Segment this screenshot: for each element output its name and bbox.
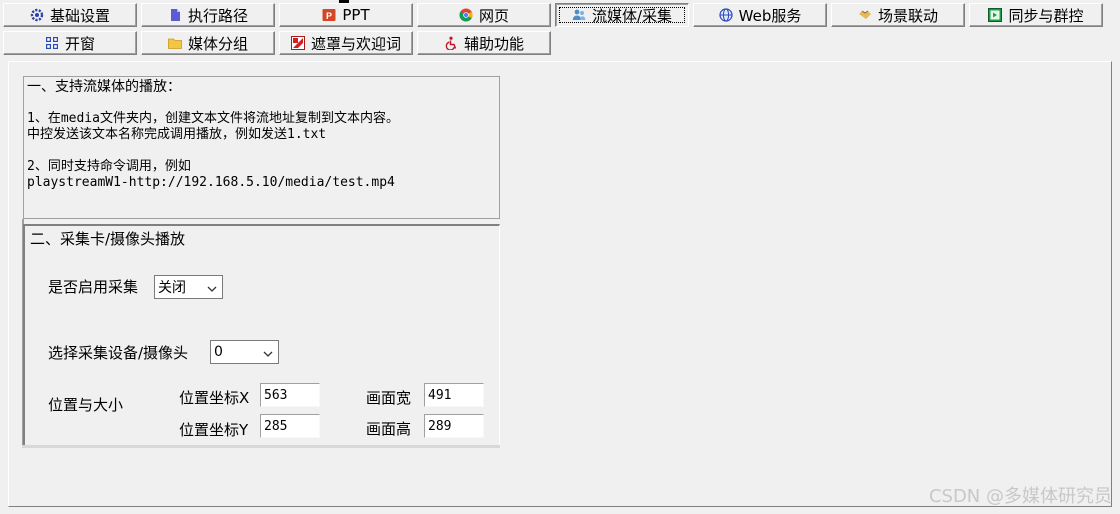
tab-label: Web服务	[738, 6, 802, 25]
gear-icon	[30, 8, 44, 22]
tab-accessibility[interactable]: 辅助功能	[417, 31, 551, 55]
tab-label: 媒体分组	[187, 34, 248, 53]
tab-mask-welcome[interactable]: 遮罩与欢迎词	[279, 31, 413, 55]
tab-label: PPT	[342, 6, 370, 24]
watermark: CSDN @多媒体研究员	[928, 486, 1112, 507]
tab-label: 辅助功能	[463, 34, 524, 53]
tab-label: 网页	[478, 6, 509, 25]
folder-icon	[168, 36, 182, 50]
capture-section-title: 二、采集卡/摄像头播放	[30, 230, 186, 248]
frame-width-input[interactable]: 491	[424, 383, 484, 407]
play-icon	[988, 8, 1003, 22]
stream-info-line: 2、同时支持命令调用，例如	[27, 159, 191, 174]
chevron-down-icon	[263, 347, 273, 357]
tab-strip: 基础设置 执行路径 P PPT 网页 流媒体/采集 Web服务 场景联动 同步与…	[0, 0, 1120, 60]
position-x-label: 位置坐标X	[179, 389, 250, 407]
mask-icon	[290, 36, 305, 50]
globe-icon	[719, 8, 733, 22]
tab-media-group[interactable]: 媒体分组	[141, 31, 275, 55]
tab-exec-path[interactable]: 执行路径	[141, 3, 275, 27]
frame-height-input[interactable]: 289	[424, 414, 484, 438]
tab-sync-group-control[interactable]: 同步与群控	[969, 3, 1103, 27]
accessibility-icon	[444, 36, 458, 51]
tab-basic-settings[interactable]: 基础设置	[3, 3, 137, 27]
enable-capture-label: 是否启用采集	[48, 278, 139, 296]
divider	[22, 445, 500, 448]
tab-label: 流媒体/采集	[591, 6, 673, 25]
stream-info-line: 一、支持流媒体的播放：	[27, 79, 181, 95]
chevron-down-icon	[207, 282, 217, 292]
stream-info-line: 1、在media文件夹内，创建文本文件将流地址复制到文本内容。	[27, 111, 399, 126]
enable-capture-select[interactable]: 关闭	[154, 275, 223, 299]
tab-label: 场景联动	[877, 6, 938, 25]
tab-web-service[interactable]: Web服务	[693, 3, 827, 27]
frame-height-label: 画面高	[366, 420, 412, 438]
tab-label: 遮罩与欢迎词	[310, 34, 401, 53]
enable-capture-value: 关闭	[158, 280, 186, 296]
position-y-input[interactable]: 285	[260, 414, 320, 438]
stream-info-line: playstreamW1-http://192.168.5.10/media/t…	[27, 175, 395, 190]
capture-device-value: 0	[214, 344, 223, 360]
tab-label: 基础设置	[49, 6, 110, 25]
tab-ppt[interactable]: P PPT	[279, 3, 413, 27]
stream-info-textbox[interactable]: 一、支持流媒体的播放： 1、在media文件夹内，创建文本文件将流地址复制到文本…	[23, 76, 500, 219]
chrome-icon	[459, 8, 473, 22]
users-icon	[572, 8, 586, 22]
tab-label: 开窗	[64, 34, 95, 53]
tab-streaming-capture[interactable]: 流媒体/采集	[555, 3, 689, 27]
handshake-icon	[858, 8, 872, 22]
tab-label: 同步与群控	[1008, 6, 1084, 25]
svg-text:P: P	[326, 11, 332, 21]
position-y-label: 位置坐标Y	[179, 421, 249, 439]
position-x-input[interactable]: 563	[260, 383, 320, 407]
position-size-label: 位置与大小	[48, 396, 124, 414]
tab-webpage[interactable]: 网页	[417, 3, 551, 27]
grid-icon	[45, 36, 59, 50]
tab-scene-linkage[interactable]: 场景联动	[831, 3, 965, 27]
tab-label: 执行路径	[187, 6, 248, 25]
frame-width-label: 画面宽	[366, 389, 412, 407]
tab-open-window[interactable]: 开窗	[3, 31, 137, 55]
document-icon	[168, 8, 182, 22]
capture-device-label: 选择采集设备/摄像头	[48, 344, 189, 362]
powerpoint-icon: P	[322, 8, 336, 22]
stream-info-line: 中控发送该文本名称完成调用播放，例如发送1.txt	[27, 127, 327, 142]
capture-device-select[interactable]: 0	[210, 340, 279, 364]
